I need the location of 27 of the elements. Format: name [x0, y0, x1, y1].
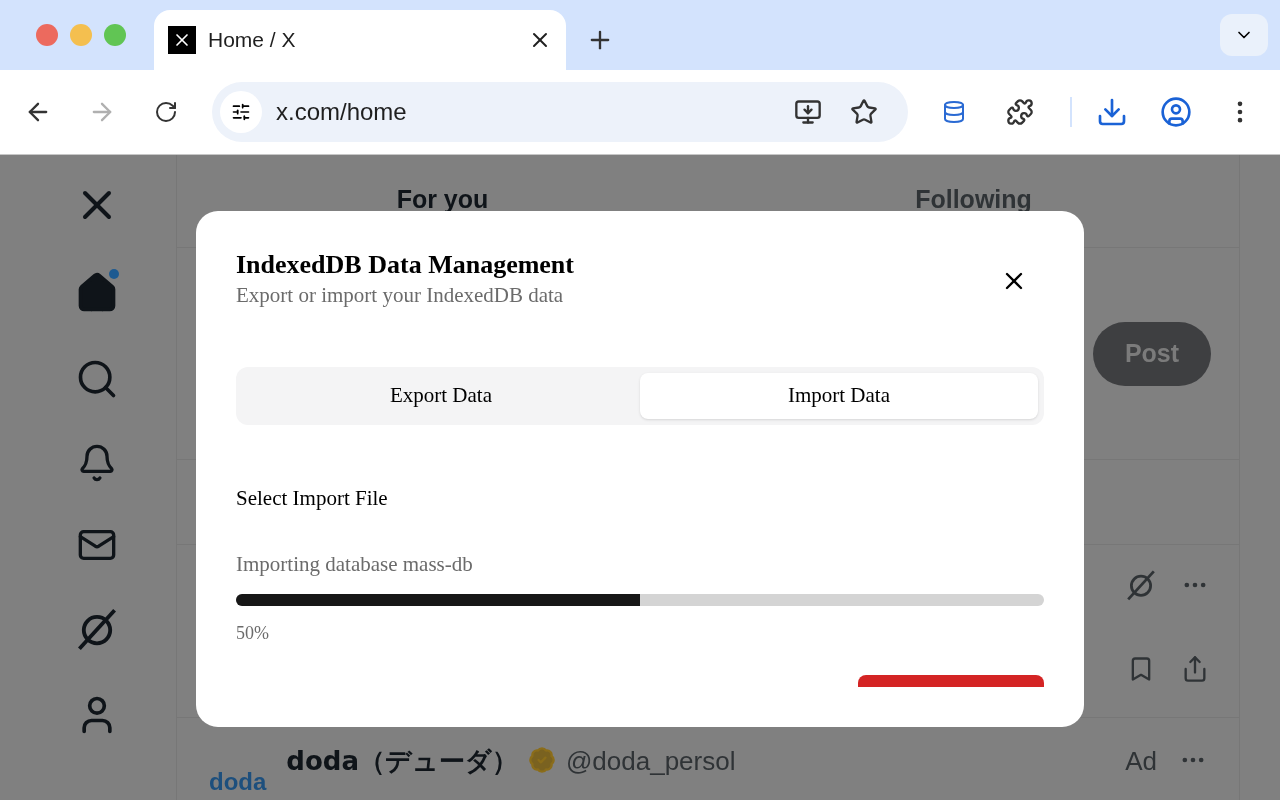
dialog-title: IndexedDB Data Management [236, 249, 574, 281]
download-icon[interactable] [1096, 96, 1128, 128]
reload-icon[interactable] [154, 100, 178, 124]
slashed-circle-icon[interactable] [1125, 569, 1157, 602]
sliders-icon [231, 102, 251, 122]
dialog-subtitle: Export or import your IndexedDB data [236, 282, 565, 309]
database-extension-icon[interactable] [942, 100, 966, 124]
advertiser-name: doda（デューダ） [286, 745, 518, 778]
address-bar[interactable]: x.com/home [212, 82, 908, 142]
address-text: x.com/home [276, 97, 408, 127]
advertiser-handle: @doda_persol [565, 745, 736, 778]
browser-tab[interactable]: Home / X [154, 10, 566, 70]
verified-badge-icon [527, 746, 556, 774]
bookmark-star-icon[interactable] [850, 98, 878, 126]
tab-title: Home / X [208, 27, 297, 54]
section-label: Select Import File [236, 485, 389, 512]
import-status: Importing database mass-db [236, 550, 474, 578]
profile-icon[interactable] [1160, 96, 1192, 128]
extensions-icon[interactable] [1006, 98, 1034, 126]
slashed-circle-icon[interactable] [75, 607, 119, 651]
advertiser-logo: doda [209, 767, 267, 797]
bell-icon[interactable] [77, 443, 117, 483]
site-settings-icon[interactable] [220, 91, 262, 133]
install-app-icon[interactable] [794, 98, 822, 126]
progress-reading: 50% [236, 622, 270, 645]
ad-label: Ad [1125, 745, 1157, 778]
dialog-tab[interactable]: Import Data [640, 373, 1038, 419]
